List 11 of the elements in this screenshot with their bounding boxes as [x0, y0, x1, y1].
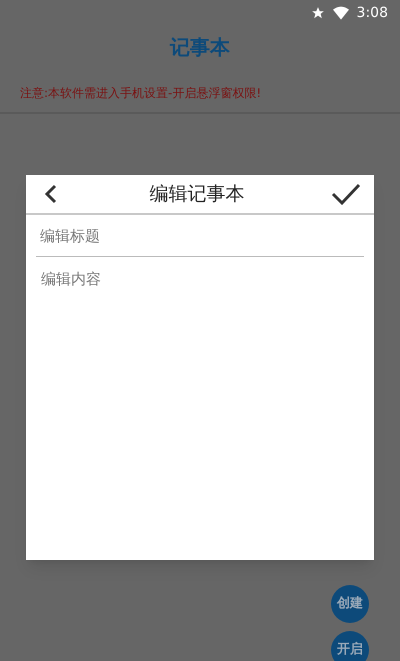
clock: 3:08	[356, 4, 388, 22]
wifi-icon	[332, 6, 349, 20]
permission-notice: 注意:本软件需进入手机设置-开启悬浮窗权限!	[20, 85, 262, 102]
star-icon	[310, 6, 325, 20]
app-title: 记事本	[170, 34, 230, 61]
dialog-title: 编辑记事本	[150, 182, 244, 207]
floating-button[interactable]: 创建	[331, 585, 369, 623]
back-icon	[44, 184, 58, 204]
floating-button[interactable]: 开启	[331, 631, 369, 661]
check-icon	[331, 182, 361, 206]
content-field[interactable]: 编辑内容	[26, 257, 374, 560]
